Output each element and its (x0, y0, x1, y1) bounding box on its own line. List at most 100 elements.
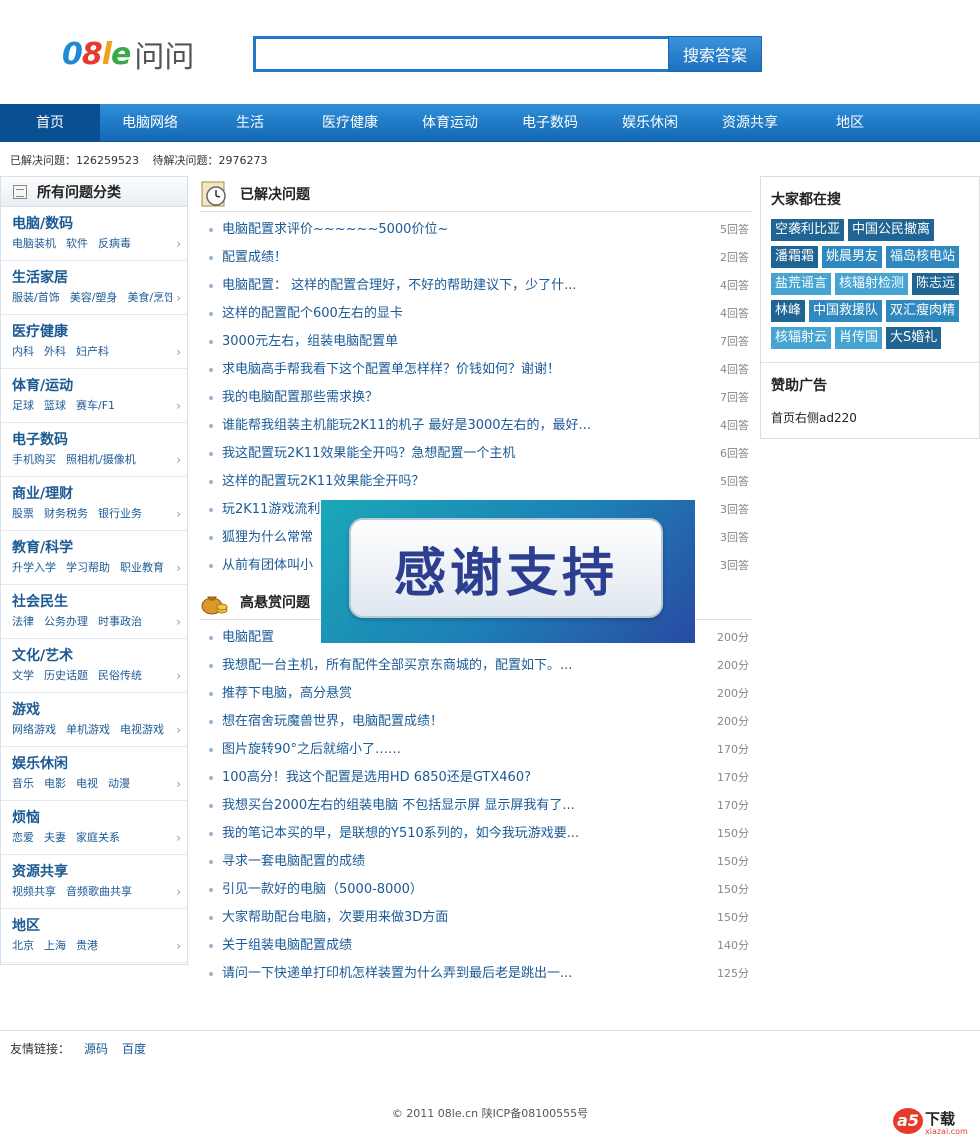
chevron-right-icon[interactable]: › (176, 885, 181, 899)
friend-link-baidu[interactable]: 百度 (122, 1042, 146, 1056)
subcategory-link[interactable]: 美食/烹饪 (127, 291, 172, 304)
subcategory-link[interactable]: 民俗传统 (98, 669, 142, 682)
hot-search-tag[interactable]: 姚晨男友 (822, 246, 883, 268)
question-link[interactable]: 3000元左右，组装电脑配置单 (222, 328, 712, 356)
subcategory-link[interactable]: 股票 (12, 507, 34, 520)
nav-item-sports[interactable]: 体育运动 (400, 104, 500, 142)
hot-search-tag[interactable]: 核辐射检测 (835, 273, 909, 295)
subcategory-link[interactable]: 电脑装机 (12, 237, 56, 250)
nav-item-life[interactable]: 生活 (200, 104, 300, 142)
subcategory-link[interactable]: 家庭关系 (76, 831, 120, 844)
category-title[interactable]: 电子数码 (12, 431, 187, 449)
subcategory-link[interactable]: 公务办理 (44, 615, 88, 628)
category-title[interactable]: 烦恼 (12, 809, 187, 827)
nav-item-region[interactable]: 地区 (800, 104, 900, 142)
subcategory-link[interactable]: 职业教育 (120, 561, 164, 574)
chevron-right-icon[interactable]: › (176, 453, 181, 467)
subcategory-link[interactable]: 音频歌曲共享 (66, 885, 132, 898)
question-link[interactable]: 我的笔记本买的早，是联想的Y510系列的，如今我玩游戏要... (222, 820, 712, 848)
chevron-right-icon[interactable]: › (176, 399, 181, 413)
subcategory-link[interactable]: 学习帮助 (66, 561, 110, 574)
hot-search-tag[interactable]: 中国救援队 (809, 300, 883, 322)
question-link[interactable]: 谁能帮我组装主机能玩2K11的机子 最好是3000左右的，最好... (222, 412, 712, 440)
hot-search-tag[interactable]: 核辐射云 (771, 327, 832, 349)
subcategory-link[interactable]: 升学入学 (12, 561, 56, 574)
chevron-right-icon[interactable]: › (176, 615, 181, 629)
category-title[interactable]: 电脑/数码 (12, 215, 187, 233)
chevron-right-icon[interactable]: › (176, 291, 181, 305)
question-link[interactable]: 电脑配置： 这样的配置合理好，不好的帮助建议下，少了什... (222, 272, 712, 300)
subcategory-link[interactable]: 篮球 (44, 399, 66, 412)
subcategory-link[interactable]: 文学 (12, 669, 34, 682)
chevron-right-icon[interactable]: › (176, 345, 181, 359)
subcategory-link[interactable]: 电影 (44, 777, 66, 790)
subcategory-link[interactable]: 贵港 (76, 939, 98, 952)
hot-search-tag[interactable]: 双汇瘦肉精 (886, 300, 960, 322)
question-link[interactable]: 大家帮助配台电脑，次要用来做3D方面 (222, 904, 712, 932)
category-title[interactable]: 资源共享 (12, 863, 187, 881)
question-link[interactable]: 关于组装电脑配置成绩 (222, 932, 712, 960)
question-link[interactable]: 电脑配置求评价~~~~~~5000价位~ (222, 216, 712, 244)
question-link[interactable]: 求电脑高手帮我看下这个配置单怎样样？价钱如何？谢谢！ (222, 356, 712, 384)
subcategory-link[interactable]: 动漫 (108, 777, 130, 790)
nav-item-resources[interactable]: 资源共享 (700, 104, 800, 142)
subcategory-link[interactable]: 北京 (12, 939, 34, 952)
question-link[interactable]: 这样的配置配个600左右的显卡 (222, 300, 712, 328)
friend-link-source[interactable]: 源码 (84, 1042, 108, 1056)
subcategory-link[interactable]: 网络游戏 (12, 723, 56, 736)
subcategory-link[interactable]: 内科 (12, 345, 34, 358)
subcategory-link[interactable]: 服装/首饰 (12, 291, 60, 304)
nav-item-home[interactable]: 首页 (0, 104, 100, 142)
category-title[interactable]: 娱乐休闲 (12, 755, 187, 773)
subcategory-link[interactable]: 历史话题 (44, 669, 88, 682)
category-title[interactable]: 教育/科学 (12, 539, 187, 557)
question-link[interactable]: 我想买台2000左右的组装电脑 不包括显示屏 显示屏我有了... (222, 792, 712, 820)
question-link[interactable]: 配置成绩！ (222, 244, 712, 272)
question-link[interactable]: 我想配一台主机，所有配件全部买京东商城的，配置如下。... (222, 652, 712, 680)
subcategory-link[interactable]: 电视游戏 (120, 723, 164, 736)
subcategory-link[interactable]: 银行业务 (98, 507, 142, 520)
subcategory-link[interactable]: 法律 (12, 615, 34, 628)
hot-search-tag[interactable]: 林峰 (771, 300, 806, 322)
category-title[interactable]: 医疗健康 (12, 323, 187, 341)
nav-item-health[interactable]: 医疗健康 (300, 104, 400, 142)
subcategory-link[interactable]: 财务税务 (44, 507, 88, 520)
subcategory-link[interactable]: 夫妻 (44, 831, 66, 844)
chevron-right-icon[interactable]: › (176, 669, 181, 683)
subcategory-link[interactable]: 视频共享 (12, 885, 56, 898)
subcategory-link[interactable]: 电视 (76, 777, 98, 790)
category-title[interactable]: 体育/运动 (12, 377, 187, 395)
subcategory-link[interactable]: 恋爱 (12, 831, 34, 844)
chevron-right-icon[interactable]: › (176, 777, 181, 791)
subcategory-link[interactable]: 足球 (12, 399, 34, 412)
chevron-right-icon[interactable]: › (176, 831, 181, 845)
question-link[interactable]: 推荐下电脑，高分悬赏 (222, 680, 712, 708)
search-button[interactable]: 搜索答案 (668, 36, 762, 72)
category-title[interactable]: 文化/艺术 (12, 647, 187, 665)
question-link[interactable]: 引见一款好的电脑（5000-8000） (222, 876, 712, 904)
category-title[interactable]: 地区 (12, 917, 187, 935)
hot-search-tag[interactable]: 中国公民撤离 (848, 219, 935, 241)
category-title[interactable]: 游戏 (12, 701, 187, 719)
chevron-right-icon[interactable]: › (176, 507, 181, 521)
subcategory-link[interactable]: 时事政治 (98, 615, 142, 628)
site-logo[interactable]: 08le 问问 (62, 36, 194, 76)
subcategory-link[interactable]: 妇产科 (76, 345, 109, 358)
question-link[interactable]: 想在宿舍玩魔兽世界，电脑配置成绩！ (222, 708, 712, 736)
chevron-right-icon[interactable]: › (176, 723, 181, 737)
subcategory-link[interactable]: 单机游戏 (66, 723, 110, 736)
hot-search-tag[interactable]: 盐荒谣言 (771, 273, 832, 295)
category-title[interactable]: 生活家居 (12, 269, 187, 287)
subcategory-link[interactable]: 上海 (44, 939, 66, 952)
hot-search-tag[interactable]: 大S婚礼 (886, 327, 942, 349)
subcategory-link[interactable]: 照相机/摄像机 (66, 453, 136, 466)
subcategory-link[interactable]: 手机购买 (12, 453, 56, 466)
question-link[interactable]: 寻求一套电脑配置的成绩 (222, 848, 712, 876)
subcategory-link[interactable]: 赛车/F1 (76, 399, 115, 412)
question-link[interactable]: 我的电脑配置那些需求换？ (222, 384, 712, 412)
question-link[interactable]: 100高分！我这个配置是选用HD 6850还是GTX460? (222, 764, 712, 792)
nav-item-computer[interactable]: 电脑网络 (100, 104, 200, 142)
subcategory-link[interactable]: 软件 (66, 237, 88, 250)
hot-search-tag[interactable]: 陈志远 (912, 273, 960, 295)
subcategory-link[interactable]: 音乐 (12, 777, 34, 790)
